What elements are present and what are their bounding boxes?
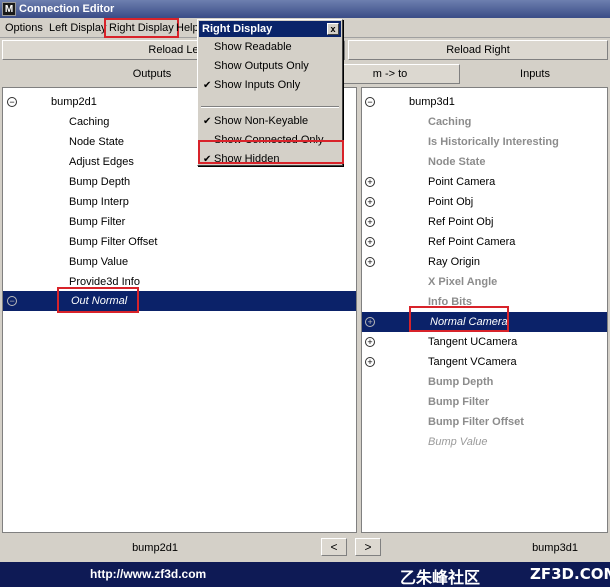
check-icon: ✔: [203, 80, 212, 91]
right-display-menu: Right Display x Show Readable Show Output…: [197, 19, 344, 166]
menu-item-show-non-keyable[interactable]: ✔ Show Non-Keyable: [199, 112, 341, 131]
list-item[interactable]: + Ray Origin: [362, 252, 607, 272]
list-item-label: Bump Interp: [69, 196, 129, 208]
expand-icon[interactable]: +: [365, 217, 375, 227]
highlight-box: [409, 306, 509, 332]
list-item[interactable]: + Point Camera: [362, 172, 607, 192]
list-item-label: X Pixel Angle: [428, 276, 498, 288]
left-root-label: bump2d1: [51, 96, 97, 108]
list-item[interactable]: X Pixel Angle: [362, 272, 607, 292]
menu-item-label: Show Inputs Only: [214, 79, 301, 91]
next-button[interactable]: >: [355, 538, 381, 556]
list-item-label: Bump Filter Offset: [428, 416, 524, 428]
list-item-label: Bump Filter: [428, 396, 490, 408]
right-panel[interactable]: − bump3d1 Caching Is Historically Interes…: [361, 87, 608, 533]
list-item[interactable]: Is Historically Interesting: [362, 132, 607, 152]
list-item-label: Node State: [69, 136, 125, 148]
menu-item-show-readable[interactable]: Show Readable: [199, 38, 341, 57]
list-item[interactable]: + Tangent VCamera: [362, 352, 607, 372]
list-item-label: Ray Origin: [428, 256, 480, 268]
menu-item-show-outputs-only[interactable]: Show Outputs Only: [199, 57, 341, 76]
footer-banner: http://www.zf3d.com 乙朱峰社区 ZF3D.COM: [0, 562, 610, 587]
list-item-label: Caching: [428, 116, 472, 128]
list-item-label: Adjust Edges: [69, 156, 134, 168]
list-item-label: Bump Depth: [69, 176, 131, 188]
expand-icon[interactable]: +: [365, 257, 375, 267]
list-item-label: Bump Depth: [428, 376, 494, 388]
window-title: Connection Editor: [19, 3, 115, 15]
list-item[interactable]: Bump Filter Offset: [362, 412, 607, 432]
list-item-label: Ref Point Camera: [428, 236, 516, 248]
list-item[interactable]: + Point Obj: [362, 192, 607, 212]
list-item[interactable]: Node State: [362, 152, 607, 172]
list-item-label: Is Historically Interesting: [428, 136, 559, 148]
menu-left-display[interactable]: Left Display: [46, 20, 109, 36]
collapse-icon[interactable]: −: [7, 97, 17, 107]
menu-item-label: Show Outputs Only: [214, 60, 309, 72]
right-node-label: bump3d1: [532, 542, 578, 554]
list-item[interactable]: Bump Value: [3, 252, 356, 272]
list-item[interactable]: Bump Depth: [362, 372, 607, 392]
list-item-label: Bump Value: [428, 436, 488, 448]
inputs-header: Inputs: [520, 68, 550, 80]
highlight-box: [198, 140, 344, 164]
right-root-row[interactable]: − bump3d1: [362, 92, 607, 112]
close-icon[interactable]: x: [327, 23, 339, 35]
list-item[interactable]: + Ref Point Obj: [362, 212, 607, 232]
menu-item-show-inputs-only[interactable]: ✔ Show Inputs Only: [199, 76, 341, 95]
list-item-label: Tangent VCamera: [428, 356, 517, 368]
list-item[interactable]: Bump Filter: [3, 212, 356, 232]
reload-right-button[interactable]: Reload Right: [348, 40, 608, 60]
list-item-label: Bump Filter: [69, 216, 126, 228]
list-item[interactable]: Bump Filter Offset: [3, 232, 356, 252]
list-item[interactable]: Bump Value: [362, 432, 607, 452]
menu-item-label: Show Readable: [214, 41, 292, 53]
menu-options[interactable]: Options: [2, 20, 46, 36]
menu-separator: [201, 106, 339, 108]
check-icon: ✔: [203, 116, 212, 127]
list-item-label: Bump Value: [69, 256, 129, 268]
list-item-label: Caching: [69, 116, 110, 128]
list-item-label: Tangent UCamera: [428, 336, 518, 348]
collapse-icon[interactable]: −: [365, 97, 375, 107]
footer-site: ZF3D.COM: [530, 565, 610, 583]
footer-brand: 乙朱峰社区: [400, 570, 481, 587]
collapse-icon[interactable]: −: [7, 296, 17, 306]
list-item[interactable]: Bump Filter: [362, 392, 607, 412]
menu-item-label: Show Non-Keyable: [214, 115, 309, 127]
footer-url: http://www.zf3d.com: [90, 567, 207, 581]
expand-icon[interactable]: +: [365, 237, 375, 247]
left-node-label: bump2d1: [132, 542, 178, 554]
list-item[interactable]: Bump Interp: [3, 192, 356, 212]
prev-button[interactable]: <: [321, 538, 347, 556]
list-item-label: Point Camera: [428, 176, 496, 188]
menu-title: Right Display x: [199, 21, 341, 37]
menu-title-label: Right Display: [202, 23, 273, 35]
list-item-label: Point Obj: [428, 196, 474, 208]
highlight-box: [57, 287, 139, 313]
list-item-label: Node State: [428, 156, 486, 168]
list-item-label: Bump Filter Offset: [69, 236, 158, 248]
menu-right-display[interactable]: Right Display: [104, 18, 179, 38]
list-item[interactable]: Caching: [362, 112, 607, 132]
expand-icon[interactable]: +: [365, 317, 375, 327]
list-item-label: Ref Point Obj: [428, 216, 494, 228]
right-root-label: bump3d1: [409, 96, 455, 108]
expand-icon[interactable]: +: [365, 337, 375, 347]
list-item[interactable]: Bump Depth: [3, 172, 356, 192]
title-bar: M Connection Editor: [0, 0, 610, 18]
expand-icon[interactable]: +: [365, 357, 375, 367]
expand-icon[interactable]: +: [365, 197, 375, 207]
app-icon: M: [2, 2, 16, 16]
list-item[interactable]: + Tangent UCamera: [362, 332, 607, 352]
list-item[interactable]: + Ref Point Camera: [362, 232, 607, 252]
expand-icon[interactable]: +: [365, 177, 375, 187]
